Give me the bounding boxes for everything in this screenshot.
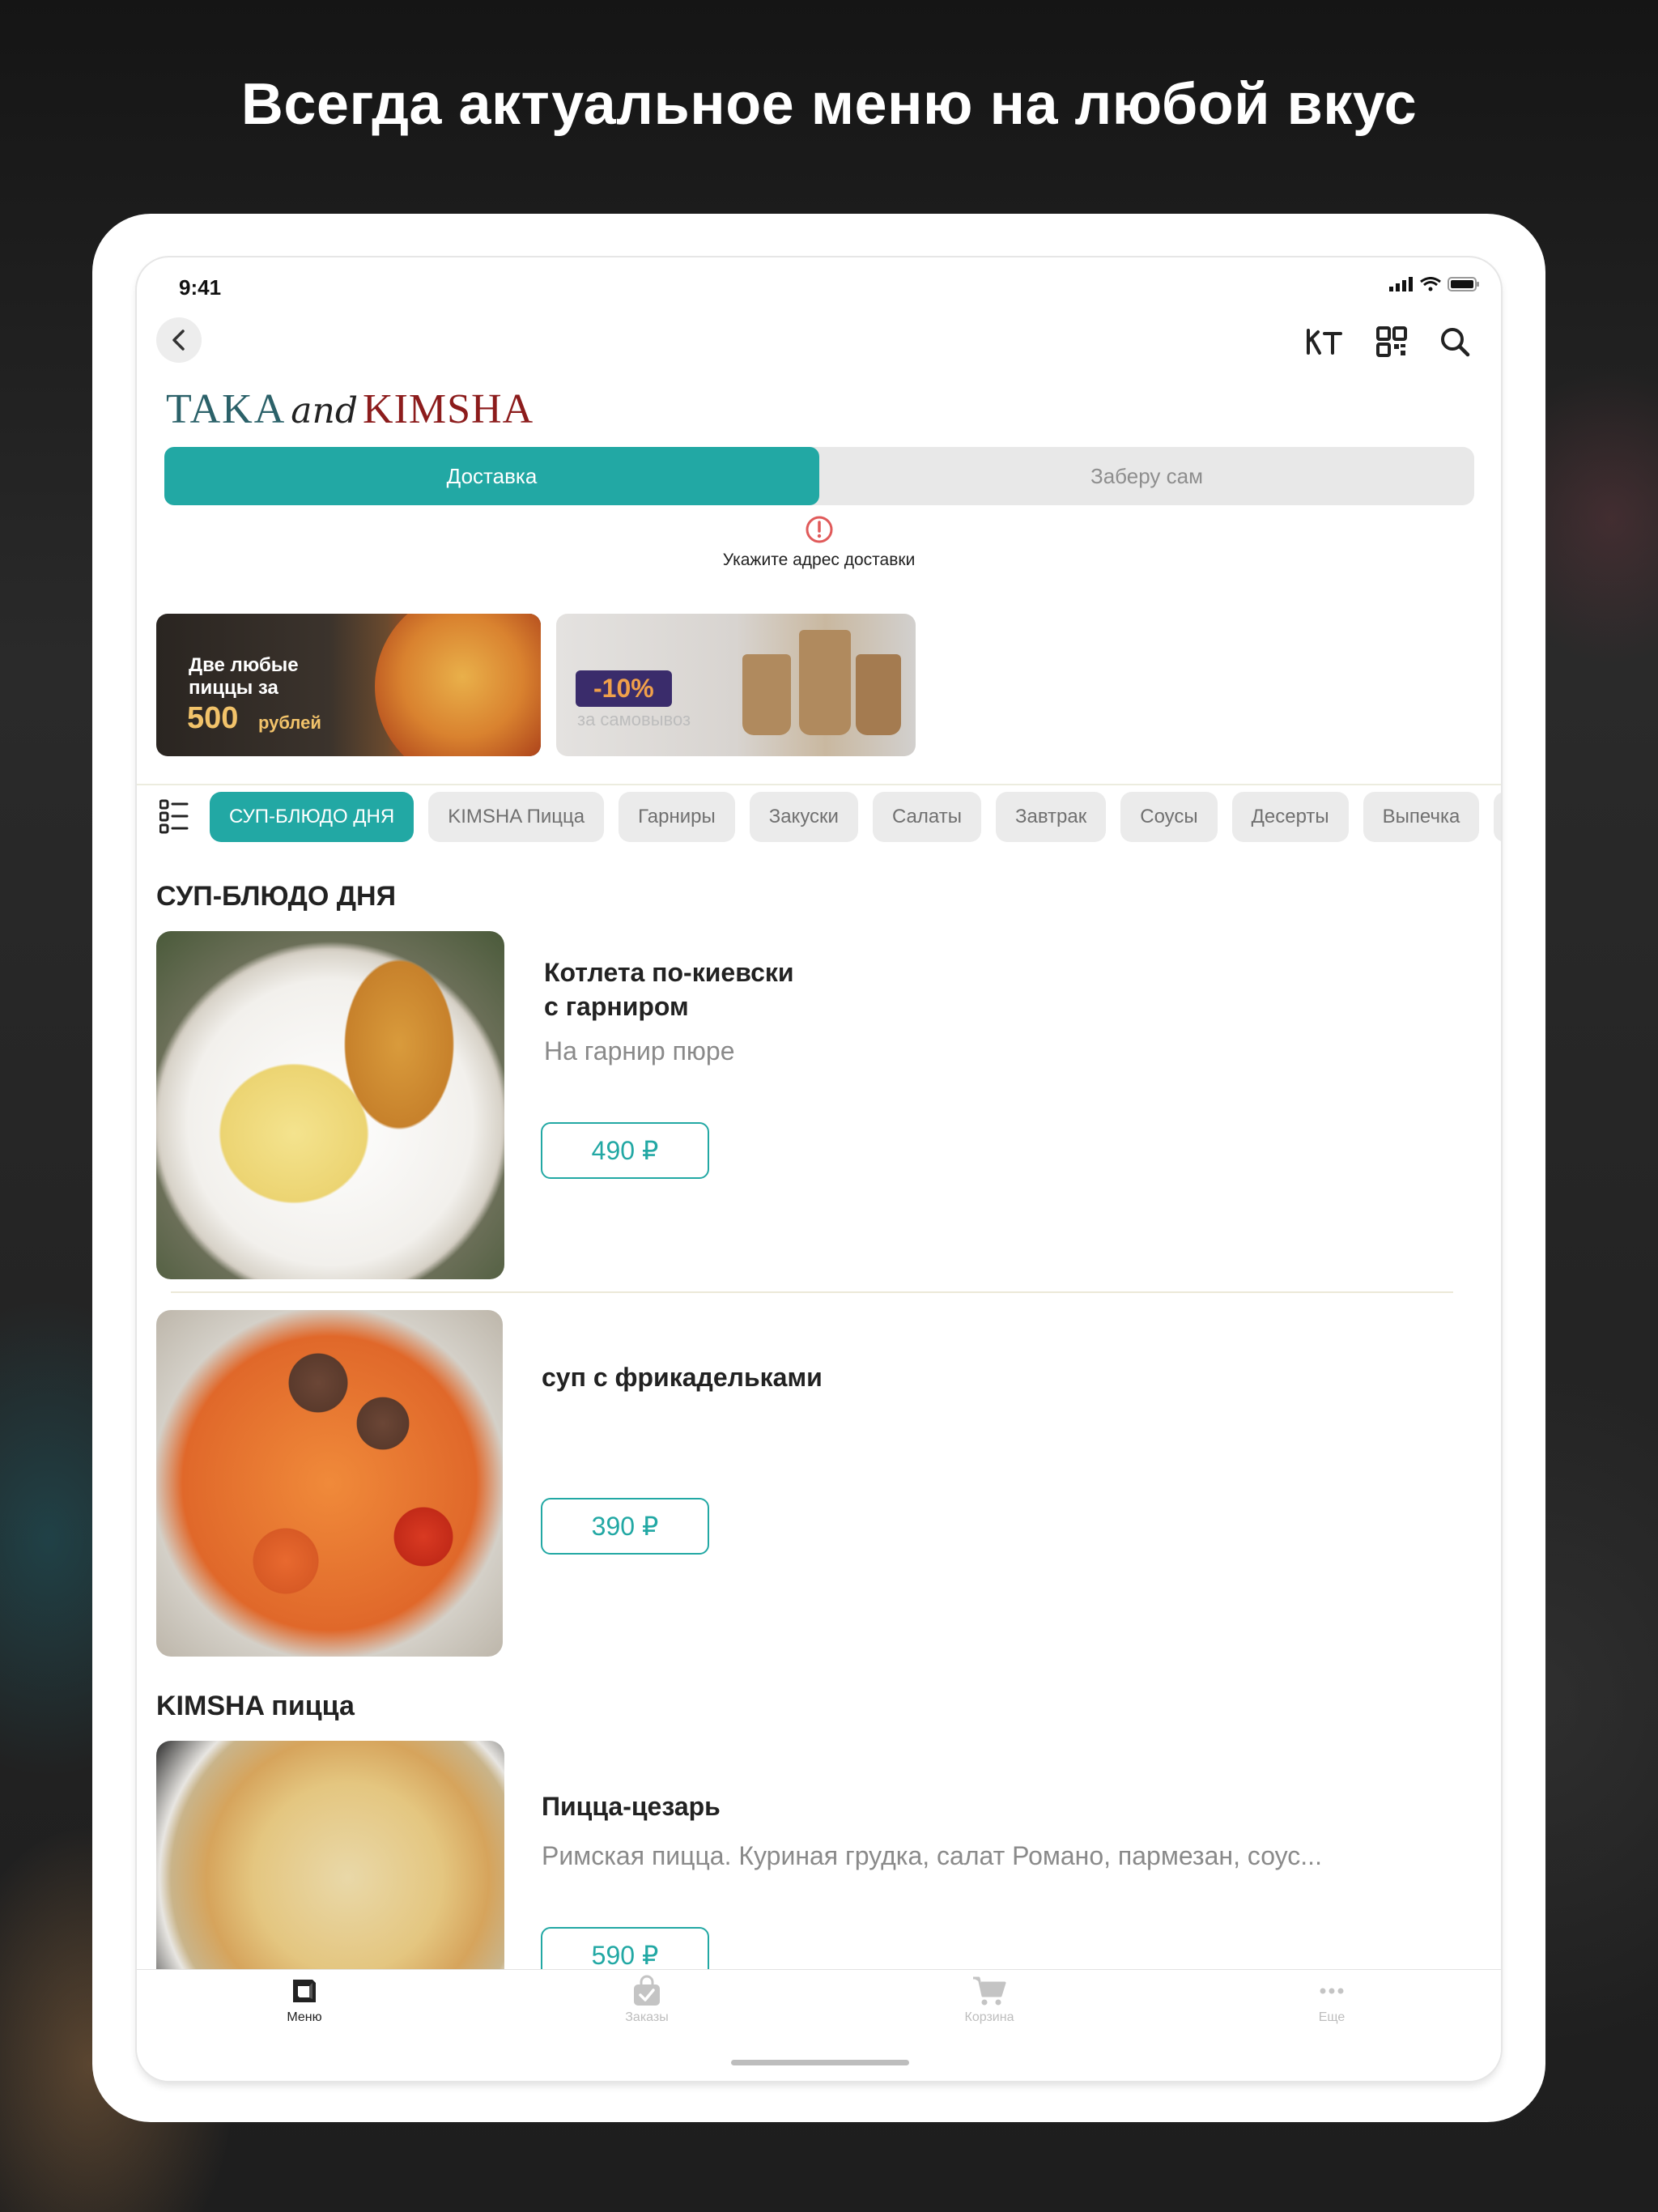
restaurant-logo: TAKA and KIMSHA bbox=[166, 385, 534, 450]
pizza-image bbox=[375, 614, 541, 756]
dish-name[interactable]: Пицца-цезарь bbox=[542, 1789, 721, 1823]
promo-banner-pickup[interactable]: -10% за самовывоз bbox=[556, 614, 916, 756]
category-chip[interactable]: Завтрак bbox=[995, 792, 1107, 842]
app-screen: 9:41 TAKA and KIMSHA Доставка Заберу сам… bbox=[137, 257, 1501, 2081]
dish-name[interactable]: Котлета по-киевски с гарниром bbox=[544, 955, 794, 1023]
category-chip[interactable]: Десерты bbox=[1231, 792, 1349, 842]
dish-description: Римская пицца. Куриная грудка, салат Ром… bbox=[542, 1841, 1322, 1870]
dish-name-line2: с гарниром bbox=[544, 992, 689, 1021]
category-chip[interactable]: На bbox=[1494, 792, 1501, 842]
cart-icon bbox=[973, 1976, 1006, 2006]
back-button[interactable] bbox=[156, 317, 202, 363]
divider bbox=[137, 784, 1501, 785]
logo-and: and bbox=[291, 390, 359, 432]
chevron-left-icon bbox=[172, 330, 185, 351]
category-chip[interactable]: Гарниры bbox=[619, 792, 735, 842]
dish-name[interactable]: суп с фрикадельками bbox=[542, 1360, 823, 1394]
qr-button[interactable] bbox=[1372, 322, 1411, 361]
cup-image bbox=[799, 630, 851, 735]
tab-cart[interactable]: Корзина bbox=[908, 1975, 1070, 2025]
wifi-icon bbox=[1420, 277, 1441, 291]
delivery-option[interactable]: Доставка bbox=[164, 447, 819, 505]
more-dots-icon bbox=[1320, 1988, 1344, 1994]
dish-image[interactable] bbox=[156, 1310, 503, 1657]
status-time: 9:41 bbox=[179, 275, 222, 300]
category-chip[interactable]: Выпечка bbox=[1363, 792, 1480, 842]
promo-headline: Всегда актуальное меню на любой вкус bbox=[240, 72, 1418, 137]
row-divider bbox=[171, 1291, 1453, 1293]
logo-taka: TAKA bbox=[166, 386, 287, 432]
cup-image bbox=[742, 654, 791, 735]
category-chip[interactable]: Соусы bbox=[1120, 792, 1218, 842]
discount-badge: -10% bbox=[576, 670, 672, 707]
tab-label: Еще bbox=[1318, 2010, 1346, 2024]
tab-label: Заказы bbox=[625, 2010, 669, 2024]
banner-pizza-line1: Две любые bbox=[189, 654, 299, 676]
section-title: KIMSHA пицца bbox=[156, 1691, 355, 1721]
banner-pizza-unit: рублей bbox=[258, 713, 321, 733]
tab-label: Меню bbox=[287, 2010, 322, 2024]
address-warning[interactable]: Укажите адрес доставки bbox=[137, 515, 1501, 570]
menu-book-icon bbox=[293, 1980, 316, 2002]
tab-more[interactable]: Еще bbox=[1251, 1975, 1413, 2025]
address-warning-text: Укажите адрес доставки bbox=[722, 551, 916, 569]
search-icon bbox=[1441, 328, 1470, 357]
promo-banner-pizza[interactable]: Две любые пиццы за 500 рублей bbox=[156, 614, 541, 756]
dish-description: На гарнир пюре bbox=[544, 1036, 735, 1066]
search-button[interactable] bbox=[1435, 322, 1474, 361]
delivery-mode-toggle: Доставка Заберу сам bbox=[164, 447, 1474, 505]
status-icons bbox=[1389, 277, 1480, 291]
orders-bag-icon bbox=[634, 1975, 660, 2006]
translate-icon bbox=[1307, 329, 1342, 355]
tab-label: Корзина bbox=[964, 2010, 1014, 2024]
category-chip[interactable]: Закуски bbox=[749, 792, 858, 842]
qr-code-icon bbox=[1376, 326, 1407, 357]
banner-pizza-line2: пиццы за bbox=[189, 677, 278, 699]
tab-menu[interactable]: Меню bbox=[223, 1975, 385, 2025]
category-list-button[interactable] bbox=[156, 796, 192, 838]
category-chip[interactable]: СУП-БЛЮДО ДНЯ bbox=[210, 792, 414, 842]
alert-circle-icon bbox=[806, 516, 832, 543]
section-title: СУП-БЛЮДО ДНЯ bbox=[156, 881, 397, 912]
dish-name-line1: Котлета по-киевски bbox=[544, 958, 794, 987]
banner-pizza-text: Две любые пиццы за bbox=[189, 654, 299, 700]
category-bar: СУП-БЛЮДО ДНЯ KIMSHA Пицца Гарниры Закус… bbox=[156, 792, 1501, 842]
home-indicator[interactable] bbox=[731, 2060, 909, 2065]
translate-button[interactable] bbox=[1304, 322, 1343, 361]
dish-image[interactable] bbox=[156, 1741, 504, 1969]
box-image bbox=[856, 654, 901, 735]
dish-image[interactable] bbox=[156, 931, 504, 1279]
list-icon bbox=[159, 799, 189, 834]
banner-pizza-price: 500 bbox=[187, 701, 239, 735]
category-chip[interactable]: Салаты bbox=[872, 792, 981, 842]
battery-icon bbox=[1448, 277, 1479, 291]
logo-kimsha: KIMSHA bbox=[363, 386, 534, 432]
price-button[interactable]: 490 ₽ bbox=[541, 1122, 709, 1179]
price-button[interactable]: 390 ₽ bbox=[541, 1498, 709, 1555]
pickup-option[interactable]: Заберу сам bbox=[819, 447, 1474, 505]
tab-orders[interactable]: Заказы bbox=[566, 1975, 728, 2025]
signal-icon bbox=[1389, 277, 1413, 291]
discount-subtitle: за самовывоз bbox=[577, 709, 691, 730]
category-chip[interactable]: KIMSHA Пицца bbox=[428, 792, 605, 842]
